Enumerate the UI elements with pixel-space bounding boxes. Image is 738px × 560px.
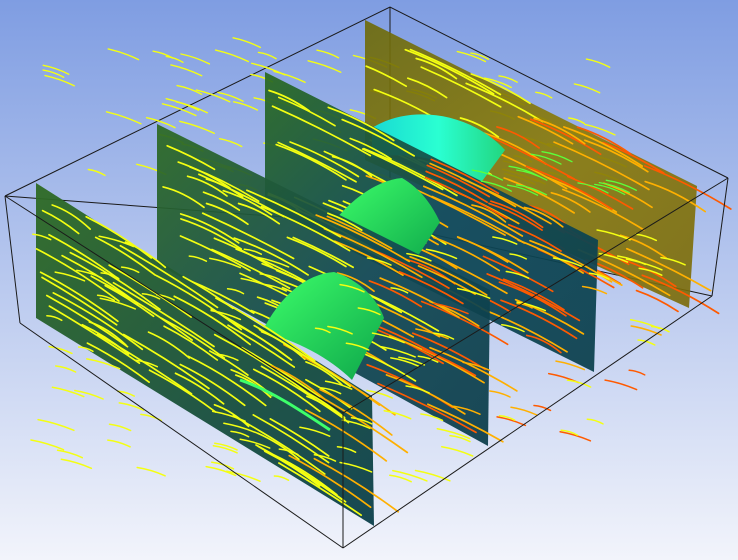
3d-viewport[interactable] [0, 0, 738, 560]
cfd-scene [0, 0, 738, 560]
